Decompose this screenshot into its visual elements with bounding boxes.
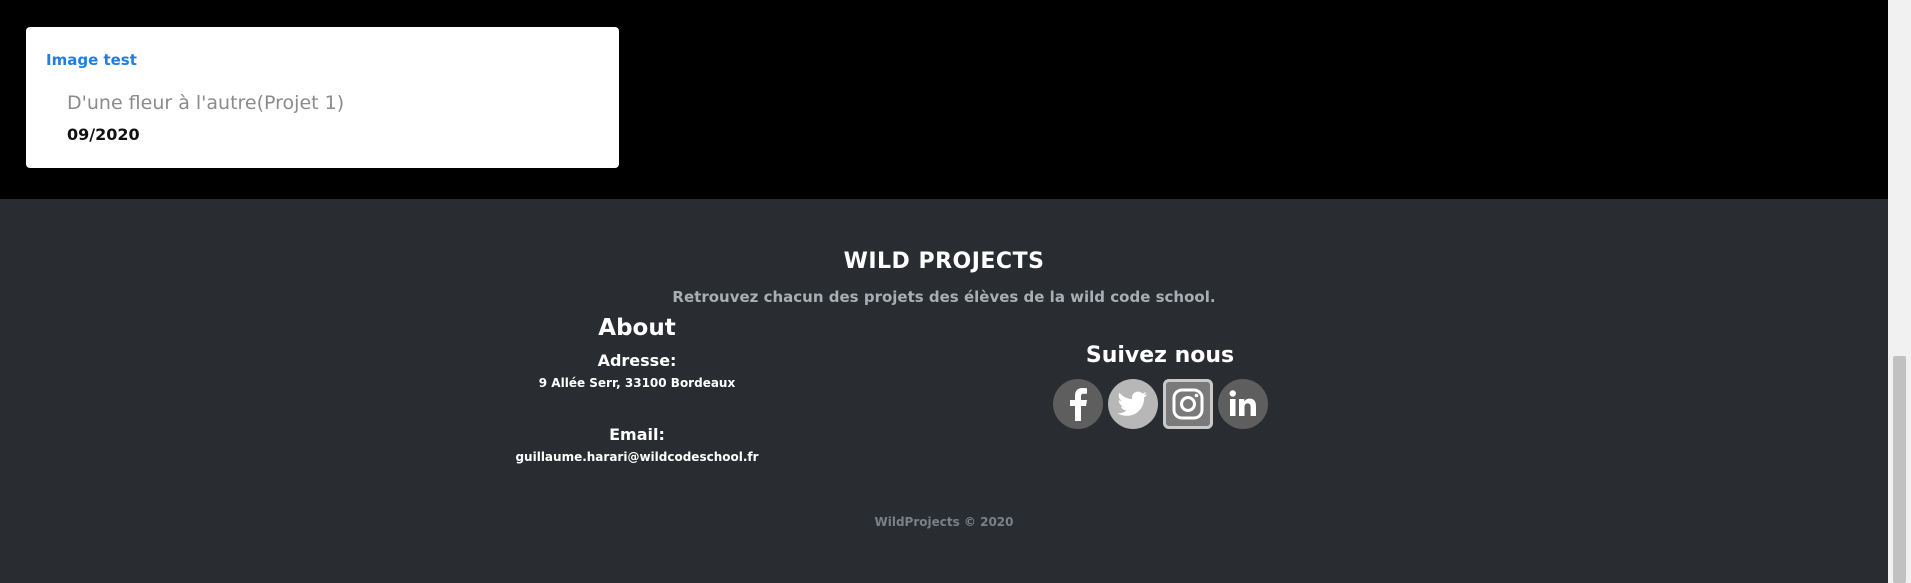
facebook-icon (1069, 388, 1087, 421)
about-section: About Adresse: 9 Allée Serr, 33100 Borde… (487, 311, 787, 467)
follow-section: Suivez nous (1000, 339, 1320, 429)
scrollbar-thumb[interactable] (1893, 356, 1906, 583)
instagram-link[interactable] (1162, 379, 1213, 429)
address-label: Adresse: (597, 351, 677, 370)
project-card[interactable]: Image test D'une fleur à l'autre(Projet … (26, 27, 619, 168)
site-footer: WILD PROJECTS Retrouvez chacun des proje… (0, 199, 1888, 583)
email-label: Email: (609, 425, 665, 444)
twitter-icon (1117, 391, 1147, 416)
linkedin-icon (1229, 390, 1256, 416)
project-image-alt-text: Image test (46, 51, 137, 69)
copyright: WildProjects © 2020 (874, 515, 1014, 529)
about-heading: About (598, 315, 676, 341)
instagram-icon (1172, 388, 1203, 420)
facebook-link[interactable] (1052, 379, 1103, 429)
follow-heading: Suivez nous (1085, 343, 1235, 368)
linkedin-link[interactable] (1217, 379, 1268, 429)
page: Image test D'une fleur à l'autre(Projet … (0, 0, 1911, 583)
social-links (1000, 379, 1320, 429)
email-link[interactable]: guillaume.harari@wildcodeschool.fr (487, 447, 787, 467)
footer-tagline: Retrouvez chacun des projets des élèves … (672, 288, 1216, 306)
footer-title: WILD PROJECTS (843, 249, 1045, 274)
address-value: 9 Allée Serr, 33100 Bordeaux (538, 376, 736, 390)
project-title[interactable]: D'une fleur à l'autre(Projet 1) (67, 92, 344, 114)
project-date: 09/2020 (67, 125, 140, 144)
twitter-link[interactable] (1107, 379, 1158, 429)
